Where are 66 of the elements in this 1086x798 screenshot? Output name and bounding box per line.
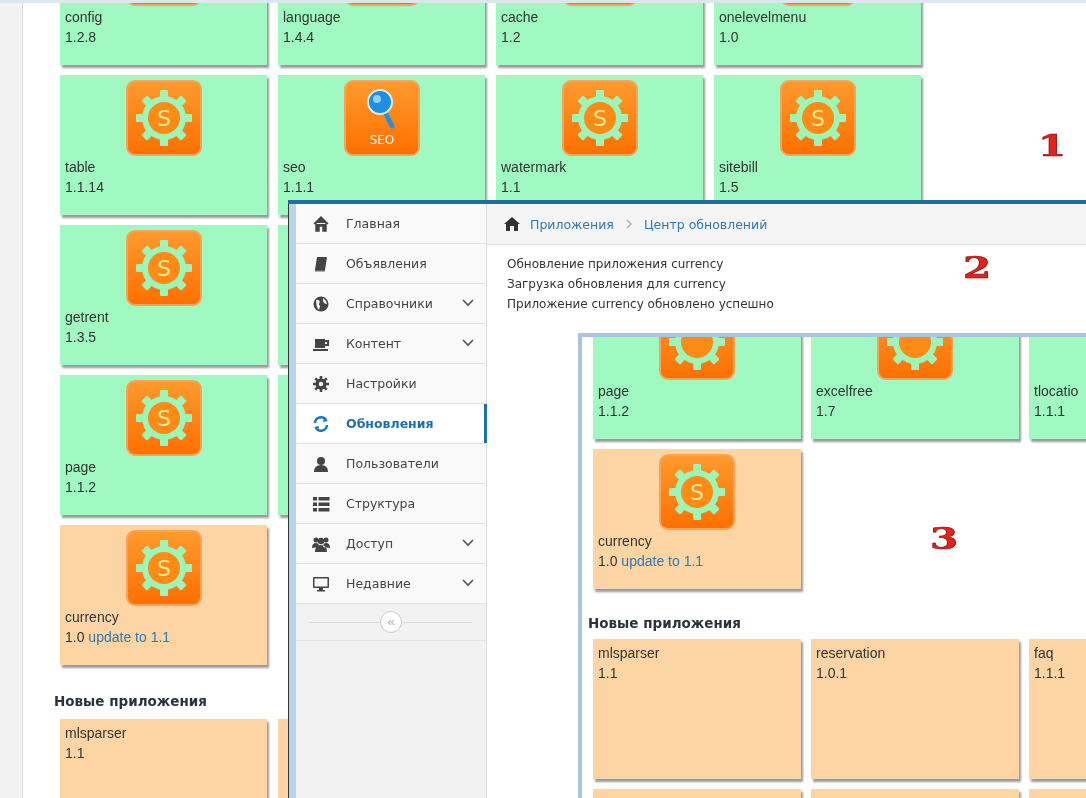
magnifier-icon: SEO [343, 80, 420, 156]
app-version: 1.4.4 [283, 28, 316, 47]
app-name: page [65, 458, 98, 477]
sidebar-item[interactable]: Недавние [296, 564, 486, 604]
gear-icon: S [561, 80, 638, 156]
sidebar-item[interactable]: Контент [296, 324, 486, 364]
app-version: 1.2 [501, 28, 522, 47]
sidebar-item[interactable]: Объявления [296, 244, 486, 284]
annotation-number: 3 [930, 525, 959, 553]
section-heading: Новые приложения [54, 692, 208, 711]
app-name: getrent [65, 308, 110, 327]
app-version: 1.1.1 [283, 178, 316, 197]
app-version: 1.1 [501, 178, 522, 197]
status-message: Приложение currency обновлено успешно [507, 296, 774, 313]
app-version: 1.1.1 [1034, 402, 1067, 421]
app-name: faq [1034, 644, 1055, 663]
app-version: 1.5 [719, 178, 740, 197]
annotation-number: 2 [963, 254, 992, 282]
sidebar-item[interactable]: Обновления [296, 404, 487, 444]
app-name: sitebill [719, 158, 759, 177]
app-name: tlocatio [1034, 382, 1080, 401]
sidebar-item[interactable]: Главная [296, 204, 486, 244]
app-version: 1.0 [598, 553, 618, 569]
status-message: Обновление приложения currency [507, 256, 724, 273]
gear-icon: S [125, 230, 202, 306]
app-name: watermark [501, 158, 568, 177]
app-version: 1.1 [65, 744, 86, 763]
app-name: mlsparser [65, 724, 128, 743]
app-version: 1.3.5 [65, 328, 98, 347]
app-name: onelevelmenu [719, 8, 808, 27]
app-name: excelfree [816, 382, 874, 401]
app-version: 1.1.14 [65, 178, 105, 197]
app-name: currency [65, 608, 120, 627]
gear-icon: S [125, 380, 202, 456]
sidebar-item[interactable]: Структура [296, 484, 486, 524]
status-message: Загрузка обновления для currency [507, 276, 726, 293]
app-name: currency [598, 532, 653, 551]
app-version: 1.1.1 [1034, 664, 1067, 683]
app-version: 1.2.8 [65, 28, 98, 47]
app-version: 1.1.2 [598, 402, 631, 421]
app-name: config [65, 8, 104, 27]
breadcrumb-link[interactable]: Центр обновлений [643, 216, 768, 232]
gear-icon: S [125, 80, 202, 156]
app-name: page [598, 382, 631, 401]
app-name: cache [501, 8, 540, 27]
app-name: language [283, 8, 342, 27]
app-version: 1.1.2 [65, 478, 98, 497]
app-version: 1.0.1 [816, 664, 849, 683]
sidebar-item[interactable]: Пользователи [296, 444, 486, 484]
app-version: 1.1 [598, 664, 619, 683]
app-name: seo [283, 158, 307, 177]
gear-icon: S [125, 530, 202, 606]
app-name: table [65, 158, 97, 177]
sidebar-item[interactable]: Доступ [296, 524, 486, 564]
app-name: reservation [816, 644, 887, 663]
section-heading: Новые приложения [588, 614, 742, 633]
app-version: 1.7 [816, 402, 837, 421]
annotation-number: 1 [1038, 132, 1067, 160]
sidebar-item[interactable]: Справочники [296, 284, 486, 324]
gear-icon: S [779, 80, 856, 156]
app-version: 1.0 [719, 28, 740, 47]
gear-icon: S [659, 454, 735, 530]
breadcrumb-link[interactable]: Приложения [530, 216, 614, 232]
app-name: mlsparser [598, 644, 661, 663]
sidebar-item[interactable]: Настройки [296, 364, 486, 404]
app-version: 1.0 [65, 629, 85, 645]
